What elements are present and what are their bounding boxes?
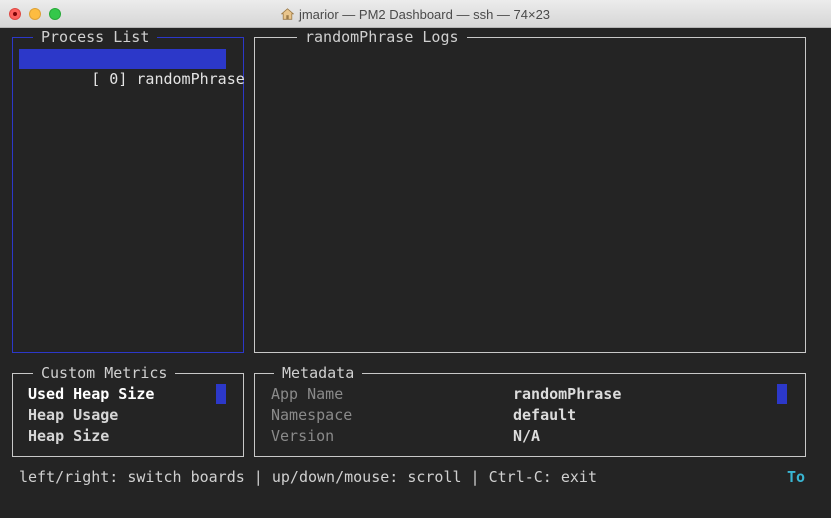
process-list-panel[interactable]: Process List [ 0] randomPhrase — [12, 28, 245, 353]
custom-metrics-scrollbar[interactable] — [216, 384, 226, 404]
custom-metrics-title: Custom Metrics — [33, 364, 176, 382]
custom-metrics-panel[interactable]: Custom Metrics Used Heap Size Heap Usage… — [12, 364, 244, 457]
keyboard-help-bar: left/right: switch boards | up/down/mous… — [19, 468, 597, 486]
process-list-title: Process List — [33, 28, 158, 46]
metadata-key-app-name: App Name — [271, 385, 344, 403]
metadata-value-version: N/A — [513, 427, 541, 445]
terminal-content[interactable]: Process List [ 0] randomPhrase randomPhr… — [0, 28, 831, 518]
metadata-scrollbar[interactable] — [777, 384, 787, 404]
corner-label: To — [787, 468, 806, 486]
metric-used-heap-size: Used Heap Size — [28, 385, 155, 403]
metadata-panel[interactable]: Metadata App Name randomPhrase Namespace… — [254, 364, 806, 457]
process-list-item-label: [ 0] randomPhrase — [91, 70, 245, 88]
logs-panel[interactable]: randomPhrase Logs — [254, 28, 806, 353]
terminal-window: jmarior — PM2 Dashboard — ssh — 74×23 Pr… — [0, 0, 831, 518]
window-title: jmarior — PM2 Dashboard — ssh — 74×23 — [298, 6, 551, 22]
metric-heap-usage: Heap Usage — [28, 406, 119, 424]
metadata-value-namespace: default — [513, 406, 577, 424]
metadata-key-version: Version — [271, 427, 335, 445]
metadata-key-namespace: Namespace — [271, 406, 353, 424]
metric-heap-size: Heap Size — [28, 427, 110, 445]
process-list-item[interactable]: [ 0] randomPhrase — [19, 49, 245, 88]
title-bar[interactable]: jmarior — PM2 Dashboard — ssh — 74×23 — [0, 0, 831, 28]
logs-title: randomPhrase Logs — [297, 28, 467, 46]
home-folder-icon — [280, 8, 294, 20]
metadata-title: Metadata — [274, 364, 363, 382]
metadata-value-app-name: randomPhrase — [513, 385, 622, 403]
